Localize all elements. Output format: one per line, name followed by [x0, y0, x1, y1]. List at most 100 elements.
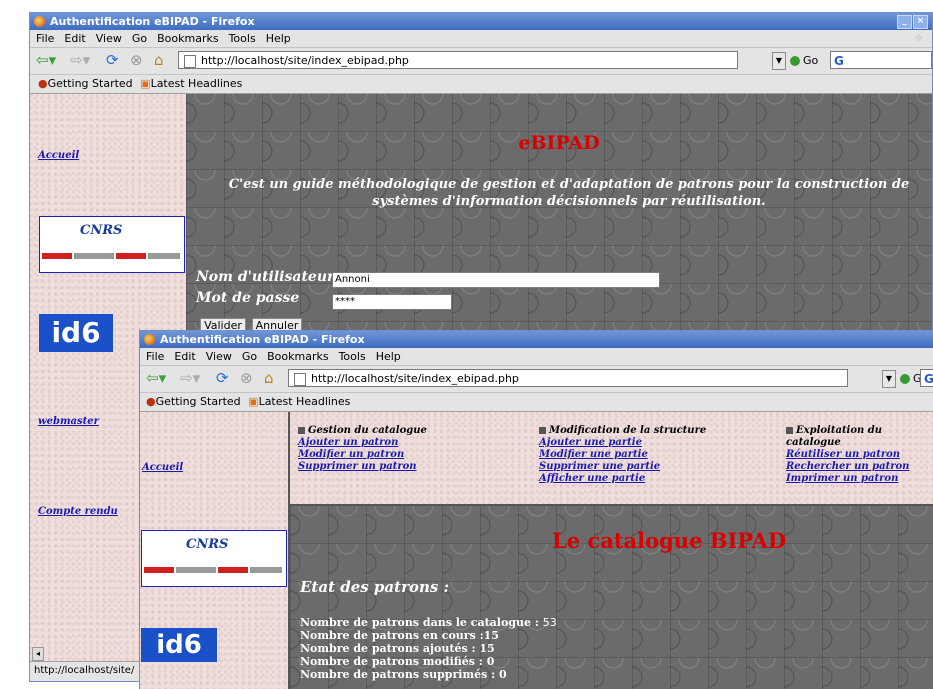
- back-description: C'est un guide méthodologique de gestion…: [228, 177, 910, 209]
- search-box[interactable]: G: [830, 51, 932, 69]
- stats-list: Nombre de patrons dans le catalogue : 53…: [300, 616, 557, 681]
- stat-row: Nombre de patrons ajoutés : 15: [300, 642, 495, 655]
- menu-bookmarks[interactable]: Bookmarks: [157, 32, 218, 45]
- menu-view[interactable]: View: [96, 32, 122, 45]
- back-id6-logo: id6: [39, 314, 113, 352]
- back-arrow-icon[interactable]: ⇦▾: [146, 367, 166, 389]
- menu-help[interactable]: Help: [266, 32, 291, 45]
- close-button[interactable]: ×: [913, 15, 928, 29]
- link-modifier-patron[interactable]: Modifier un patron: [298, 449, 427, 461]
- throbber-icon: ☼: [914, 32, 924, 45]
- reload-icon[interactable]: ⟳: [106, 49, 119, 71]
- back-cnrs-irit-logo: CNRS: [39, 216, 185, 273]
- back-bookmarks-bar: ●Getting Started ▣Latest Headlines: [30, 74, 932, 94]
- firefox-icon: [34, 16, 45, 27]
- menu-file[interactable]: File: [146, 350, 164, 363]
- back-window-title: Authentification eBIPAD - Firefox: [50, 15, 255, 28]
- stat-value: 0: [499, 668, 507, 681]
- stat-value: 53: [542, 616, 557, 629]
- menu-exploitation-catalogue: Exploitation du catalogue Réutiliser un …: [786, 425, 933, 485]
- home-icon[interactable]: ⌂: [154, 49, 164, 71]
- front-accueil-link[interactable]: Accueil: [142, 462, 183, 473]
- password-field[interactable]: ****: [332, 294, 452, 310]
- back-url-text: http://localhost/site/index_ebipad.php: [201, 54, 409, 67]
- stat-value: 0: [486, 655, 495, 668]
- rss-icon: ▣: [248, 395, 259, 408]
- menu-header-modification: Modification de la structure: [549, 425, 707, 436]
- etat-heading: Etat des patrons :: [300, 578, 450, 596]
- front-url-bar[interactable]: http://localhost/site/index_ebipad.php: [288, 369, 848, 387]
- stat-value: 15: [483, 629, 499, 642]
- url-dropdown-button[interactable]: ▼: [882, 370, 896, 388]
- back-title-bar: Authentification eBIPAD - Firefox _ ×: [30, 13, 932, 30]
- link-imprimer-patron[interactable]: Imprimer un patron: [786, 473, 933, 485]
- menu-header-gestion: Gestion du catalogue: [308, 425, 427, 436]
- stop-icon[interactable]: ⊗: [130, 49, 143, 71]
- back-accueil-link[interactable]: Accueil: [38, 150, 79, 161]
- bookmark-getting-started[interactable]: Getting Started: [48, 77, 133, 90]
- stat-row: Nombre de patrons supprimés : 0: [300, 668, 507, 681]
- username-field[interactable]: Annoni: [332, 272, 660, 288]
- reload-icon[interactable]: ⟳: [216, 367, 229, 389]
- menu-help[interactable]: Help: [376, 350, 401, 363]
- page-icon: [184, 55, 196, 68]
- back-compte-rendu-link[interactable]: Compte rendu: [38, 506, 118, 517]
- bookmark-latest-headlines[interactable]: Latest Headlines: [151, 77, 243, 90]
- menu-tools[interactable]: Tools: [229, 32, 256, 45]
- back-arrow-icon[interactable]: ⇦▾: [36, 49, 56, 71]
- menu-go[interactable]: Go: [132, 32, 147, 45]
- link-rechercher-patron[interactable]: Rechercher un patron: [786, 461, 933, 473]
- bookmark-latest-headlines[interactable]: Latest Headlines: [259, 395, 351, 408]
- front-cnrs-irit-logo: CNRS: [141, 530, 287, 587]
- menu-gestion-catalogue: Gestion du catalogue Ajouter un patron M…: [298, 425, 427, 473]
- link-supprimer-patron[interactable]: Supprimer un patron: [298, 461, 427, 473]
- back-webmaster-link[interactable]: webmaster: [38, 416, 99, 427]
- front-window-title: Authentification eBIPAD - Firefox: [160, 333, 365, 346]
- stat-value: 15: [479, 642, 495, 655]
- front-id6-logo: id6: [141, 628, 217, 662]
- front-main-panel: Le catalogue BIPAD Etat des patrons : No…: [288, 504, 933, 689]
- menu-go[interactable]: Go: [242, 350, 257, 363]
- stat-row: Nombre de patrons en cours :15: [300, 629, 499, 642]
- link-modifier-partie[interactable]: Modifier une partie: [539, 449, 706, 461]
- go-button[interactable]: Go: [790, 52, 818, 70]
- url-dropdown-button[interactable]: ▼: [772, 52, 786, 70]
- back-status-bar: http://localhost/site/: [30, 661, 142, 681]
- back-url-bar[interactable]: http://localhost/site/index_ebipad.php: [178, 51, 738, 69]
- stat-row: Nombre de patrons modifiés : 0: [300, 655, 495, 668]
- password-label: Mot de passe: [196, 290, 300, 306]
- back-nav-bar: ⇦▾ ⇨▾ ⟳ ⊗ ⌂ http://localhost/site/index_…: [30, 47, 932, 74]
- bookmark-getting-started[interactable]: Getting Started: [156, 395, 241, 408]
- link-ajouter-patron[interactable]: Ajouter un patron: [298, 437, 427, 449]
- back-scroll-left-icon[interactable]: ◂: [32, 647, 44, 661]
- menu-edit[interactable]: Edit: [64, 32, 85, 45]
- menu-bookmarks[interactable]: Bookmarks: [267, 350, 328, 363]
- front-nav-bar: ⇦▾ ⇨▾ ⟳ ⊗ ⌂ http://localhost/site/index_…: [140, 365, 933, 392]
- link-reutiliser-patron[interactable]: Réutiliser un patron: [786, 449, 933, 461]
- minimize-button[interactable]: _: [897, 15, 912, 29]
- back-page-title: eBIPAD: [518, 132, 600, 154]
- rss-icon: ▣: [140, 77, 151, 90]
- back-menu-bar: File Edit View Go Bookmarks Tools Help ☼: [30, 30, 932, 47]
- link-afficher-partie[interactable]: Afficher une partie: [539, 473, 706, 485]
- menu-header-exploitation: Exploitation du catalogue: [786, 425, 883, 448]
- menu-edit[interactable]: Edit: [174, 350, 195, 363]
- front-bookmarks-bar: ●Getting Started ▣Latest Headlines: [140, 392, 933, 412]
- front-browser-window: Authentification eBIPAD - Firefox File Ed…: [139, 330, 933, 689]
- menu-tools[interactable]: Tools: [339, 350, 366, 363]
- stop-icon[interactable]: ⊗: [240, 367, 253, 389]
- username-label: Nom d'utilisateur: [196, 269, 335, 285]
- link-ajouter-partie[interactable]: Ajouter une partie: [539, 437, 706, 449]
- forward-arrow-icon[interactable]: ⇨▾: [180, 367, 200, 389]
- page-icon: [294, 373, 306, 386]
- cnrs-logo: CNRS: [80, 223, 123, 238]
- front-menu-bar: File Edit View Go Bookmarks Tools Help: [140, 348, 933, 365]
- search-box[interactable]: G: [920, 369, 933, 387]
- forward-arrow-icon[interactable]: ⇨▾: [70, 49, 90, 71]
- getting-started-icon: ●: [38, 77, 48, 90]
- home-icon[interactable]: ⌂: [264, 367, 274, 389]
- link-supprimer-partie[interactable]: Supprimer une partie: [539, 461, 706, 473]
- menu-file[interactable]: File: [36, 32, 54, 45]
- getting-started-icon: ●: [146, 395, 156, 408]
- menu-view[interactable]: View: [206, 350, 232, 363]
